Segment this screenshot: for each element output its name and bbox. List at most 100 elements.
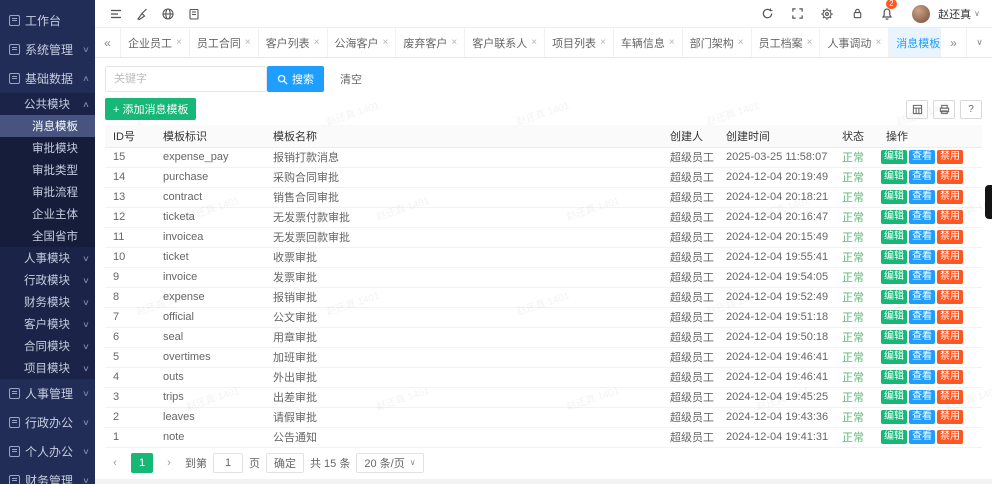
- disable-button[interactable]: 禁用: [937, 250, 963, 264]
- view-button[interactable]: 查看: [909, 350, 935, 364]
- search-button[interactable]: 搜索: [267, 66, 324, 92]
- edit-button[interactable]: 编辑: [881, 410, 907, 424]
- sidebar-item-16[interactable]: 人事管理 ∨: [0, 379, 95, 408]
- sidebar-item-1[interactable]: 系统管理 ∨: [0, 35, 95, 64]
- close-tab-icon[interactable]: ×: [451, 37, 457, 48]
- tab-9[interactable]: 员工档案 ×: [752, 28, 821, 57]
- close-tab-icon[interactable]: ×: [875, 37, 881, 48]
- current-page-button[interactable]: 1: [131, 452, 153, 473]
- next-page-button[interactable]: ›: [159, 453, 179, 473]
- sidebar-item-4[interactable]: 消息模板: [0, 115, 95, 137]
- tabs-scroll-left-icon[interactable]: «: [95, 28, 121, 57]
- sidebar-item-10[interactable]: 人事模块 ∨: [0, 247, 95, 269]
- edit-button[interactable]: 编辑: [881, 190, 907, 204]
- tab-3[interactable]: 公海客户 ×: [328, 28, 397, 57]
- avatar[interactable]: [912, 4, 931, 23]
- edit-button[interactable]: 编辑: [881, 350, 907, 364]
- close-tab-icon[interactable]: ×: [807, 37, 813, 48]
- view-button[interactable]: 查看: [909, 210, 935, 224]
- prev-page-button[interactable]: ‹: [105, 453, 125, 473]
- sidebar-item-7[interactable]: 审批流程: [0, 181, 95, 203]
- sidebar-item-14[interactable]: 合同模块 ∨: [0, 335, 95, 357]
- tab-8[interactable]: 部门架构 ×: [683, 28, 752, 57]
- close-tab-icon[interactable]: ×: [738, 37, 744, 48]
- close-tab-icon[interactable]: ×: [600, 37, 606, 48]
- disable-button[interactable]: 禁用: [937, 190, 963, 204]
- edit-button[interactable]: 编辑: [881, 230, 907, 244]
- close-tab-icon[interactable]: ×: [531, 37, 537, 48]
- sidebar-item-13[interactable]: 客户模块 ∨: [0, 313, 95, 335]
- help-icon[interactable]: ?: [960, 99, 982, 119]
- disable-button[interactable]: 禁用: [937, 370, 963, 384]
- sidebar-item-3[interactable]: 公共模块 ∧: [0, 93, 95, 115]
- edit-button[interactable]: 编辑: [881, 310, 907, 324]
- view-button[interactable]: 查看: [909, 370, 935, 384]
- view-button[interactable]: 查看: [909, 430, 935, 444]
- close-tab-icon[interactable]: ×: [383, 37, 389, 48]
- disable-button[interactable]: 禁用: [937, 210, 963, 224]
- lock-icon[interactable]: [844, 3, 870, 25]
- refresh-icon[interactable]: [754, 3, 780, 25]
- sidebar-item-5[interactable]: 审批模块: [0, 137, 95, 159]
- tab-1[interactable]: 员工合同 ×: [190, 28, 259, 57]
- sidebar-item-8[interactable]: 企业主体: [0, 203, 95, 225]
- keyword-input[interactable]: [105, 66, 267, 92]
- sidebar-item-18[interactable]: 个人办公 ∨: [0, 437, 95, 466]
- columns-icon[interactable]: [906, 99, 928, 119]
- view-button[interactable]: 查看: [909, 250, 935, 264]
- edit-button[interactable]: 编辑: [881, 370, 907, 384]
- tabs-menu-icon[interactable]: ∨: [966, 28, 992, 57]
- close-tab-icon[interactable]: ×: [669, 37, 675, 48]
- fullscreen-icon[interactable]: [784, 3, 810, 25]
- drawer-handle[interactable]: [985, 185, 992, 219]
- bell-icon[interactable]: 2: [874, 0, 900, 25]
- view-button[interactable]: 查看: [909, 190, 935, 204]
- sidebar-item-12[interactable]: 财务模块 ∨: [0, 291, 95, 313]
- disable-button[interactable]: 禁用: [937, 330, 963, 344]
- globe-icon[interactable]: [155, 3, 181, 25]
- per-page-select[interactable]: 20 条/页 ∨: [356, 452, 424, 473]
- tab-6[interactable]: 项目列表 ×: [545, 28, 614, 57]
- gear-icon[interactable]: [814, 3, 840, 25]
- sidebar-item-11[interactable]: 行政模块 ∨: [0, 269, 95, 291]
- edit-button[interactable]: 编辑: [881, 270, 907, 284]
- disable-button[interactable]: 禁用: [937, 350, 963, 364]
- view-button[interactable]: 查看: [909, 230, 935, 244]
- close-tab-icon[interactable]: ×: [245, 37, 251, 48]
- edit-button[interactable]: 编辑: [881, 390, 907, 404]
- close-tab-icon[interactable]: ×: [314, 37, 320, 48]
- sidebar-item-15[interactable]: 项目模块 ∨: [0, 357, 95, 379]
- edit-button[interactable]: 编辑: [881, 290, 907, 304]
- broom-icon[interactable]: [129, 3, 155, 25]
- view-button[interactable]: 查看: [909, 390, 935, 404]
- edit-button[interactable]: 编辑: [881, 250, 907, 264]
- tabs-overflow-icon[interactable]: »: [940, 28, 966, 57]
- sidebar-item-2[interactable]: 基础数据 ∧: [0, 64, 95, 93]
- edit-button[interactable]: 编辑: [881, 150, 907, 164]
- disable-button[interactable]: 禁用: [937, 410, 963, 424]
- sidebar-item-17[interactable]: 行政办公 ∨: [0, 408, 95, 437]
- disable-button[interactable]: 禁用: [937, 230, 963, 244]
- note-icon[interactable]: [181, 3, 207, 25]
- disable-button[interactable]: 禁用: [937, 430, 963, 444]
- print-icon[interactable]: [933, 99, 955, 119]
- tab-10[interactable]: 人事调动 ×: [820, 28, 890, 57]
- edit-button[interactable]: 编辑: [881, 170, 907, 184]
- view-button[interactable]: 查看: [909, 310, 935, 324]
- view-button[interactable]: 查看: [909, 170, 935, 184]
- tab-11[interactable]: 消息模板×: [889, 28, 940, 57]
- close-tab-icon[interactable]: ×: [176, 37, 182, 48]
- edit-button[interactable]: 编辑: [881, 430, 907, 444]
- edit-button[interactable]: 编辑: [881, 210, 907, 224]
- tab-7[interactable]: 车辆信息 ×: [614, 28, 683, 57]
- view-button[interactable]: 查看: [909, 270, 935, 284]
- edit-button[interactable]: 编辑: [881, 330, 907, 344]
- disable-button[interactable]: 禁用: [937, 290, 963, 304]
- goto-page-input[interactable]: [213, 452, 243, 473]
- sidebar-item-6[interactable]: 审批类型: [0, 159, 95, 181]
- tab-0[interactable]: 企业员工 ×: [121, 28, 190, 57]
- sidebar-item-0[interactable]: 工作台: [0, 6, 95, 35]
- disable-button[interactable]: 禁用: [937, 170, 963, 184]
- disable-button[interactable]: 禁用: [937, 310, 963, 324]
- sidebar-item-9[interactable]: 全国省市: [0, 225, 95, 247]
